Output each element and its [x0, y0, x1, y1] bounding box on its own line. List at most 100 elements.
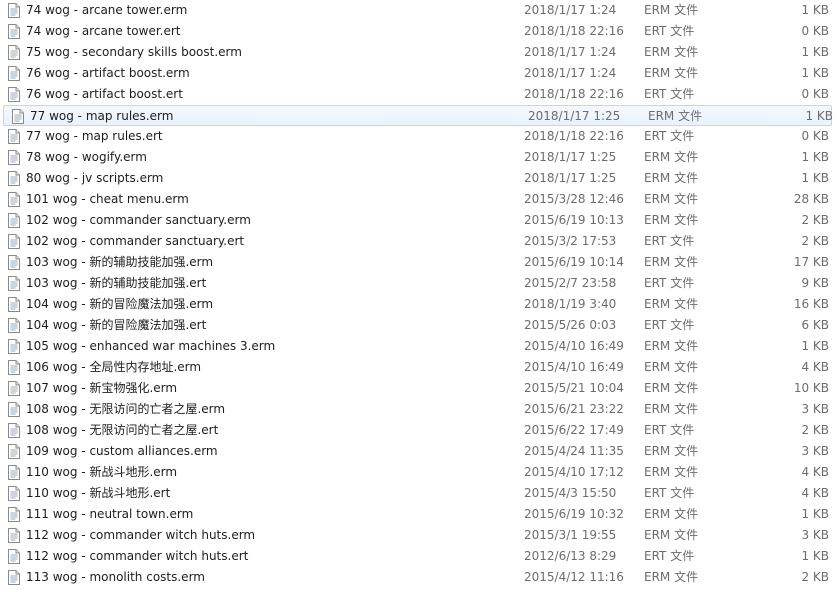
document-icon	[8, 444, 20, 459]
file-size: 3 KB	[801, 528, 829, 542]
file-row[interactable]: 78 wog - wogify.erm 2018/1/17 1:25 ERM 文…	[0, 147, 837, 168]
file-size: 0 KB	[801, 129, 829, 143]
file-row[interactable]: 105 wog - enhanced war machines 3.erm 20…	[0, 336, 837, 357]
document-icon	[8, 570, 20, 585]
file-row[interactable]: 74 wog - arcane tower.ert 2018/1/18 22:1…	[0, 21, 837, 42]
file-row[interactable]: 77 wog - map rules.erm 2018/1/17 1:25 ER…	[3, 105, 833, 126]
file-modified-date: 2015/5/21 10:04	[524, 381, 624, 395]
file-size: 28 KB	[793, 192, 829, 206]
file-type: ERM 文件	[644, 570, 699, 584]
file-row[interactable]: 110 wog - 新战斗地形.ert 2015/4/3 15:50 ERT 文…	[0, 483, 837, 504]
file-modified-date: 2012/6/13 8:29	[524, 549, 617, 563]
document-icon	[8, 171, 20, 186]
file-size: 1 KB	[801, 171, 829, 185]
document-icon	[8, 3, 20, 18]
document-icon	[8, 45, 20, 60]
file-modified-date: 2015/4/10 16:49	[524, 360, 624, 374]
file-modified-date: 2015/4/3 15:50	[524, 486, 617, 500]
file-row[interactable]: 104 wog - 新的冒险魔法加强.ert 2015/5/26 0:03 ER…	[0, 315, 837, 336]
file-modified-date: 2015/4/24 11:35	[524, 444, 624, 458]
file-row[interactable]: 108 wog - 无限访问的亡者之屋.ert 2015/6/22 17:49 …	[0, 420, 837, 441]
file-modified-date: 2015/5/26 0:03	[524, 318, 617, 332]
file-name: 112 wog - commander witch huts.ert	[26, 549, 249, 563]
file-row[interactable]: 76 wog - artifact boost.erm 2018/1/17 1:…	[0, 63, 837, 84]
file-type: ERM 文件	[644, 381, 699, 395]
file-name: 74 wog - arcane tower.erm	[26, 3, 188, 17]
file-type: ERM 文件	[644, 507, 699, 521]
file-size: 2 KB	[801, 570, 829, 584]
file-type: ERT 文件	[644, 24, 695, 38]
file-size: 1 KB	[801, 3, 829, 17]
file-type: ERM 文件	[644, 444, 699, 458]
file-name: 107 wog - 新宝物强化.erm	[26, 381, 178, 395]
file-modified-date: 2015/2/7 23:58	[524, 276, 617, 290]
file-row[interactable]: 77 wog - map rules.ert 2018/1/18 22:16 E…	[0, 126, 837, 147]
file-row[interactable]: 101 wog - cheat menu.erm 2015/3/28 12:46…	[0, 189, 837, 210]
file-row[interactable]: 108 wog - 无限访问的亡者之屋.erm 2015/6/21 23:22 …	[0, 399, 837, 420]
file-row[interactable]: 80 wog - jv scripts.erm 2018/1/17 1:25 E…	[0, 168, 837, 189]
file-row[interactable]: 107 wog - 新宝物强化.erm 2015/5/21 10:04 ERM …	[0, 378, 837, 399]
file-type: ERT 文件	[644, 234, 695, 248]
file-modified-date: 2018/1/18 22:16	[524, 24, 624, 38]
file-type: ERT 文件	[644, 318, 695, 332]
document-icon	[8, 66, 20, 81]
document-icon	[8, 486, 20, 501]
file-modified-date: 2018/1/18 22:16	[524, 129, 624, 143]
file-type: ERT 文件	[644, 549, 695, 563]
file-name: 108 wog - 无限访问的亡者之屋.erm	[26, 402, 226, 416]
file-size: 3 KB	[801, 444, 829, 458]
file-modified-date: 2015/3/28 12:46	[524, 192, 624, 206]
file-type: ERT 文件	[644, 423, 695, 437]
file-name: 113 wog - monolith costs.erm	[26, 570, 205, 584]
file-row[interactable]: 74 wog - arcane tower.erm 2018/1/17 1:24…	[0, 0, 837, 21]
file-row[interactable]: 109 wog - custom alliances.erm 2015/4/24…	[0, 441, 837, 462]
document-icon	[8, 318, 20, 333]
file-row[interactable]: 102 wog - commander sanctuary.ert 2015/3…	[0, 231, 837, 252]
file-type: ERM 文件	[644, 360, 699, 374]
file-modified-date: 2015/6/19 10:14	[524, 255, 624, 269]
document-icon	[8, 360, 20, 375]
file-row[interactable]: 112 wog - commander witch huts.erm 2015/…	[0, 525, 837, 546]
file-modified-date: 2015/3/2 17:53	[524, 234, 617, 248]
file-row[interactable]: 104 wog - 新的冒险魔法加强.erm 2018/1/19 3:40 ER…	[0, 294, 837, 315]
file-name: 102 wog - commander sanctuary.ert	[26, 234, 245, 248]
file-row[interactable]: 112 wog - commander witch huts.ert 2012/…	[0, 546, 837, 567]
file-row[interactable]: 106 wog - 全局性内存地址.erm 2015/4/10 16:49 ER…	[0, 357, 837, 378]
file-modified-date: 2018/1/17 1:25	[528, 109, 621, 123]
file-type: ERM 文件	[644, 3, 699, 17]
file-name: 104 wog - 新的冒险魔法加强.ert	[26, 318, 207, 332]
file-row[interactable]: 103 wog - 新的辅助技能加强.ert 2015/2/7 23:58 ER…	[0, 273, 837, 294]
file-name: 104 wog - 新的冒险魔法加强.erm	[26, 297, 214, 311]
file-type: ERT 文件	[644, 486, 695, 500]
file-row[interactable]: 111 wog - neutral town.erm 2015/6/19 10:…	[0, 504, 837, 525]
document-icon	[8, 150, 20, 165]
file-name: 110 wog - 新战斗地形.ert	[26, 486, 171, 500]
document-icon	[8, 234, 20, 249]
file-modified-date: 2015/6/22 17:49	[524, 423, 624, 437]
file-type: ERM 文件	[644, 213, 699, 227]
document-icon	[8, 297, 20, 312]
file-size: 1 KB	[801, 66, 829, 80]
file-modified-date: 2018/1/19 3:40	[524, 297, 617, 311]
file-name: 74 wog - arcane tower.ert	[26, 24, 181, 38]
file-row[interactable]: 103 wog - 新的辅助技能加强.erm 2015/6/19 10:14 E…	[0, 252, 837, 273]
file-modified-date: 2015/6/21 23:22	[524, 402, 624, 416]
document-icon	[8, 507, 20, 522]
file-type: ERM 文件	[644, 402, 699, 416]
file-row[interactable]: 76 wog - artifact boost.ert 2018/1/18 22…	[0, 84, 837, 105]
file-size: 3 KB	[801, 402, 829, 416]
file-modified-date: 2018/1/17 1:24	[524, 66, 617, 80]
file-size: 4 KB	[801, 360, 829, 374]
file-size: 2 KB	[801, 423, 829, 437]
file-name: 77 wog - map rules.erm	[30, 109, 174, 123]
file-row[interactable]: 110 wog - 新战斗地形.erm 2015/4/10 17:12 ERM …	[0, 462, 837, 483]
file-row[interactable]: 102 wog - commander sanctuary.erm 2015/6…	[0, 210, 837, 231]
file-size: 1 KB	[801, 45, 829, 59]
file-row[interactable]: 75 wog - secondary skills boost.erm 2018…	[0, 42, 837, 63]
file-modified-date: 2018/1/17 1:25	[524, 150, 617, 164]
file-type: ERM 文件	[644, 150, 699, 164]
document-icon	[8, 528, 20, 543]
file-size: 1 KB	[801, 549, 829, 563]
file-type: ERT 文件	[644, 129, 695, 143]
file-row[interactable]: 113 wog - monolith costs.erm 2015/4/12 1…	[0, 567, 837, 588]
